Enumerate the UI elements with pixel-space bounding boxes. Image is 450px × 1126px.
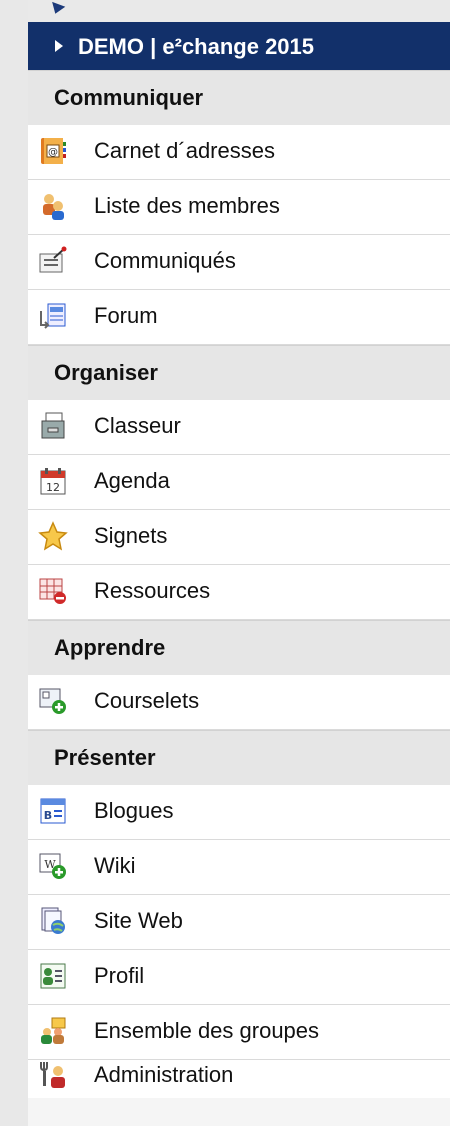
menu-item-administration[interactable]: Administration: [28, 1060, 450, 1098]
svg-text:B: B: [44, 809, 52, 822]
star-icon: [38, 521, 68, 551]
address-book-icon: @: [38, 136, 68, 166]
forum-icon: [38, 301, 68, 331]
section-label: Communiquer: [54, 85, 204, 110]
menu-item-label: Carnet d´adresses: [94, 138, 275, 163]
menu-item-label: Profil: [94, 963, 145, 988]
menu-item-label: Blogues: [94, 798, 174, 823]
menu-item-ensemble-groupes[interactable]: Ensemble des groupes: [28, 1005, 450, 1060]
menu-item-signets[interactable]: Signets: [28, 510, 450, 565]
groups-icon: [38, 1016, 68, 1046]
section-label: Organiser: [54, 360, 158, 385]
resources-icon: [38, 576, 68, 606]
group-title-bar[interactable]: DEMO | e²change 2015: [28, 22, 450, 70]
expand-triangle-icon[interactable]: [55, 40, 63, 52]
menu-item-label: Liste des membres: [94, 193, 280, 218]
menu-item-label: Administration: [94, 1062, 234, 1087]
menu-item-label: Courselets: [94, 688, 200, 713]
menu-item-courselets[interactable]: Courselets: [28, 675, 450, 730]
blog-icon: B: [38, 796, 68, 826]
menu-item-profil[interactable]: Profil: [28, 950, 450, 1005]
menu-item-site-web[interactable]: Site Web: [28, 895, 450, 950]
binder-icon: [38, 411, 68, 441]
profile-icon: [38, 961, 68, 991]
menu-item-ressources[interactable]: Ressources: [28, 565, 450, 620]
menu-item-classeur[interactable]: Classeur: [28, 400, 450, 455]
menu-item-label: Site Web: [94, 908, 183, 933]
svg-text:12: 12: [46, 481, 60, 494]
section-apprendre: Apprendre: [28, 620, 450, 675]
announcement-icon: [38, 246, 68, 276]
svg-text:@: @: [48, 147, 58, 158]
bottom-spacer: [28, 1098, 450, 1126]
menu-item-agenda[interactable]: 12 Agenda: [28, 455, 450, 510]
menu-item-label: Signets: [94, 523, 168, 548]
admin-tools-icon: [38, 1060, 68, 1090]
menu-item-wiki[interactable]: W Wiki: [28, 840, 450, 895]
members-icon: [38, 191, 68, 221]
menu-item-label: Ressources: [94, 578, 211, 603]
menu-item-forum[interactable]: Forum: [28, 290, 450, 345]
section-presenter: Présenter: [28, 730, 450, 785]
menu-item-label: Classeur: [94, 413, 181, 438]
courselets-icon: [38, 686, 68, 716]
website-icon: [38, 906, 68, 936]
menu-item-blogues[interactable]: B Blogues: [28, 785, 450, 840]
menu-item-liste-membres[interactable]: Liste des membres: [28, 180, 450, 235]
menu-item-label: Communiqués: [94, 248, 236, 273]
menu-item-label: Forum: [94, 303, 158, 328]
section-label: Présenter: [54, 745, 156, 770]
wiki-icon: W: [38, 851, 68, 881]
top-strip: [28, 0, 450, 22]
calendar-icon: 12: [38, 466, 68, 496]
group-title: DEMO | e²change 2015: [78, 34, 315, 59]
section-organiser: Organiser: [28, 345, 450, 400]
section-label: Apprendre: [54, 635, 166, 660]
menu-item-label: Ensemble des groupes: [94, 1018, 320, 1043]
menu-item-label: Agenda: [94, 468, 170, 493]
menu-item-carnet-adresses[interactable]: @ Carnet d´adresses: [28, 125, 450, 180]
menu-item-communiques[interactable]: Communiqués: [28, 235, 450, 290]
section-communiquer: Communiquer: [28, 70, 450, 125]
menu-item-label: Wiki: [94, 853, 136, 878]
